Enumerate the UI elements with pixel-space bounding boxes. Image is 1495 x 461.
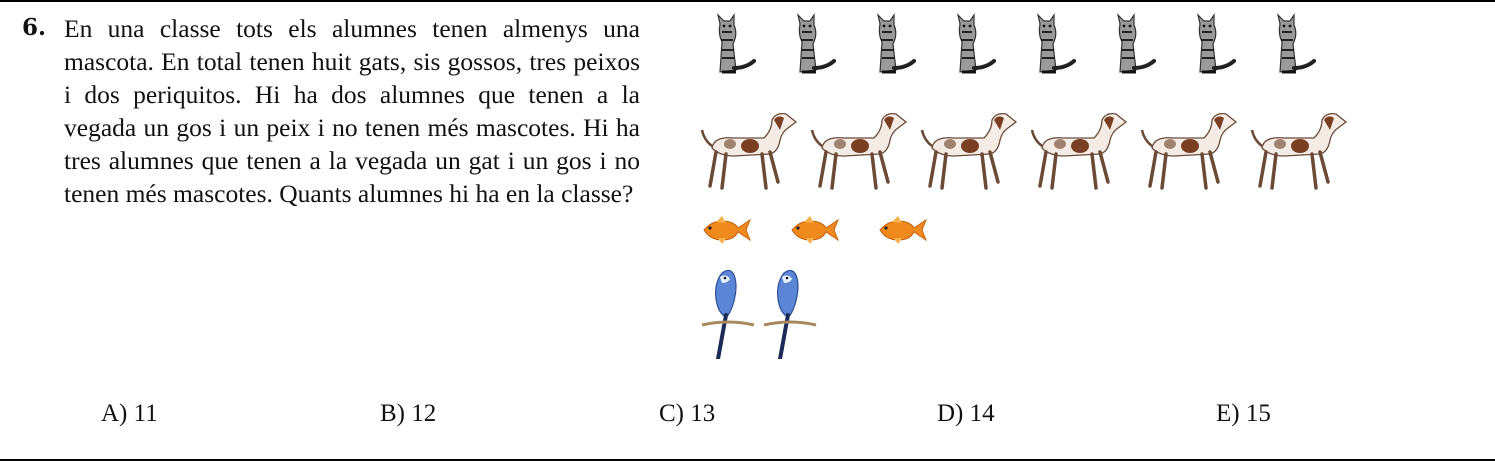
question-number: 6. [22, 14, 47, 41]
choice-e[interactable]: E) 15 [1216, 400, 1271, 428]
choice-b[interactable]: B) 12 [380, 400, 436, 428]
dog-icon [920, 108, 1020, 197]
dog-icon [1250, 108, 1350, 197]
parakeet-icon [700, 267, 756, 363]
goldfish-icon [700, 214, 752, 250]
cat-icon [860, 12, 916, 80]
top-rule [0, 0, 1495, 2]
pets-illustration [700, 12, 1400, 362]
dog-icon [1030, 108, 1130, 197]
answer-choices: A) 11 B) 12 C) 13 D) 14 E) 15 [0, 400, 1495, 440]
dog-icon [700, 108, 800, 197]
cat-icon [1260, 12, 1316, 80]
cat-icon [1020, 12, 1076, 80]
choice-c[interactable]: C) 13 [659, 400, 715, 428]
choice-d[interactable]: D) 14 [937, 400, 995, 428]
cat-icon [1180, 12, 1236, 80]
question-text: En una classe tots els alumnes tenen alm… [64, 14, 640, 208]
cat-icon [700, 12, 756, 80]
cat-icon [1100, 12, 1156, 80]
dog-icon [1140, 108, 1240, 197]
goldfish-icon [876, 214, 928, 250]
cat-icon [940, 12, 996, 80]
choice-a[interactable]: A) 11 [101, 400, 158, 428]
goldfish-icon [788, 214, 840, 250]
parakeet-icon [762, 267, 818, 363]
dog-icon [810, 108, 910, 197]
cat-icon [780, 12, 836, 80]
